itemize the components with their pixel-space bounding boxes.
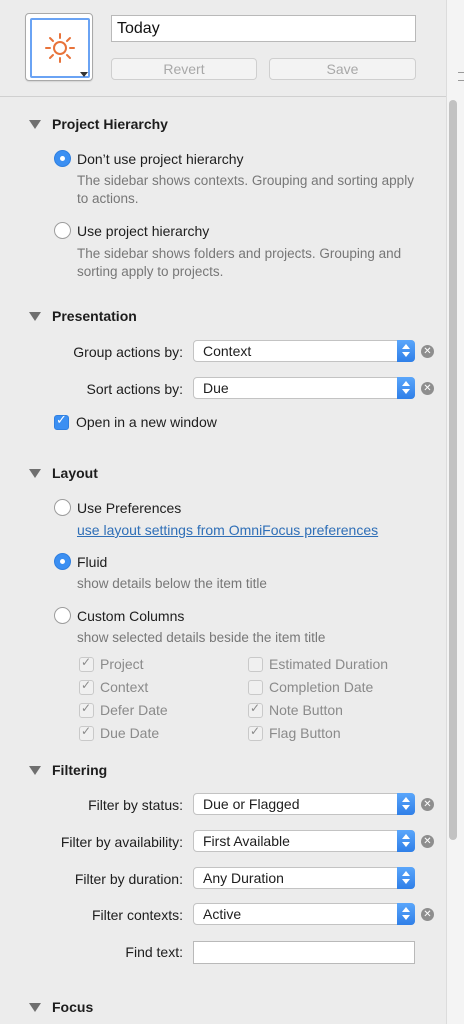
filter-contexts-label: Filter contexts: bbox=[91, 907, 183, 923]
filter-availability-label: Filter by availability: bbox=[60, 834, 183, 850]
column-label: Due Date bbox=[100, 725, 160, 741]
filter-status-popup[interactable]: Due or Flagged bbox=[193, 793, 415, 815]
popup-stepper-icon bbox=[397, 830, 415, 852]
popup-value: Due or Flagged bbox=[203, 796, 300, 812]
section-title-presentation: Presentation bbox=[52, 308, 137, 324]
gutter-mark bbox=[458, 80, 464, 81]
clear-icon[interactable]: ✕ bbox=[421, 908, 434, 921]
popup-value: Due bbox=[203, 380, 229, 396]
group-by-popup[interactable]: Context bbox=[193, 340, 415, 362]
popup-stepper-icon bbox=[397, 793, 415, 815]
radio-label: Custom Columns bbox=[77, 608, 185, 624]
radio-label: Use project hierarchy bbox=[77, 223, 210, 239]
popup-stepper-icon bbox=[397, 377, 415, 399]
option-description: show details below the item title bbox=[77, 576, 267, 591]
clear-icon[interactable]: ✕ bbox=[421, 382, 434, 395]
column-label: Project bbox=[100, 656, 144, 672]
find-text-label: Find text: bbox=[125, 944, 183, 960]
disclosure-triangle-icon[interactable] bbox=[29, 312, 41, 321]
header-divider bbox=[0, 96, 446, 97]
radio-label: Don’t use project hierarchy bbox=[77, 151, 244, 167]
disclosure-triangle-icon[interactable] bbox=[29, 766, 41, 775]
find-text-input[interactable] bbox=[193, 941, 415, 964]
radio-fluid[interactable] bbox=[54, 553, 71, 570]
popup-value: Active bbox=[203, 906, 242, 922]
perspective-icon-picker[interactable] bbox=[25, 13, 93, 81]
column-checkbox-context[interactable] bbox=[79, 678, 94, 695]
open-new-window-checkbox[interactable] bbox=[54, 413, 69, 430]
section-title-project-hierarchy: Project Hierarchy bbox=[52, 116, 168, 132]
perspective-name-field[interactable]: Today bbox=[111, 15, 416, 42]
option-description: show selected details beside the item ti… bbox=[77, 630, 326, 645]
clear-icon[interactable]: ✕ bbox=[421, 835, 434, 848]
clear-icon[interactable]: ✕ bbox=[421, 345, 434, 358]
popup-value: First Available bbox=[203, 833, 290, 849]
revert-button[interactable]: Revert bbox=[111, 58, 257, 80]
filter-duration-label: Filter by duration: bbox=[74, 871, 183, 887]
column-checkbox-project[interactable] bbox=[79, 655, 94, 672]
column-checkbox-estimated-duration[interactable] bbox=[248, 657, 263, 672]
checkbox-label: Open in a new window bbox=[76, 414, 217, 430]
filter-contexts-popup[interactable]: Active bbox=[193, 903, 415, 925]
sort-by-popup[interactable]: Due bbox=[193, 377, 415, 399]
sort-by-label: Sort actions by: bbox=[86, 381, 184, 397]
disclosure-triangle-icon[interactable] bbox=[29, 120, 41, 129]
column-label: Completion Date bbox=[269, 679, 374, 695]
popup-stepper-icon bbox=[397, 903, 415, 925]
column-checkbox-note-button[interactable] bbox=[248, 701, 263, 718]
radio-custom-columns[interactable] bbox=[54, 607, 71, 624]
option-description: The sidebar shows contexts. Grouping and… bbox=[77, 173, 414, 206]
column-checkbox-flag-button[interactable] bbox=[248, 724, 263, 741]
column-label: Defer Date bbox=[100, 702, 168, 718]
filter-availability-popup[interactable]: First Available bbox=[193, 830, 415, 852]
popup-value: Context bbox=[203, 343, 252, 359]
gutter-mark bbox=[458, 72, 464, 73]
section-title-focus: Focus bbox=[52, 999, 94, 1015]
radio-label: Fluid bbox=[77, 554, 108, 570]
popup-value: Any Duration bbox=[203, 870, 284, 886]
disclosure-triangle-icon[interactable] bbox=[29, 469, 41, 478]
section-title-filtering: Filtering bbox=[52, 762, 108, 778]
disclosure-triangle-icon[interactable] bbox=[29, 1003, 41, 1012]
save-button[interactable]: Save bbox=[269, 58, 416, 80]
column-checkbox-defer-date[interactable] bbox=[79, 701, 94, 718]
vertical-scrollbar[interactable] bbox=[449, 100, 457, 840]
radio-dont-use-hierarchy[interactable] bbox=[54, 150, 71, 167]
radio-use-preferences[interactable] bbox=[54, 499, 71, 516]
option-description: The sidebar shows folders and projects. … bbox=[77, 246, 402, 279]
chevron-down-icon bbox=[80, 72, 88, 77]
column-label: Note Button bbox=[269, 702, 343, 718]
section-title-layout: Layout bbox=[52, 465, 98, 481]
group-by-label: Group actions by: bbox=[73, 344, 183, 360]
sun-icon bbox=[45, 33, 75, 63]
icon-frame bbox=[30, 18, 90, 78]
popup-stepper-icon bbox=[397, 340, 415, 362]
column-label: Flag Button bbox=[269, 725, 341, 741]
column-label: Estimated Duration bbox=[269, 656, 389, 672]
radio-label: Use Preferences bbox=[77, 500, 182, 516]
popup-stepper-icon bbox=[397, 867, 415, 889]
radio-use-hierarchy[interactable] bbox=[54, 222, 71, 239]
filter-status-label: Filter by status: bbox=[88, 797, 183, 813]
column-checkbox-due-date[interactable] bbox=[79, 724, 94, 741]
layout-preferences-link[interactable]: use layout settings from OmniFocus prefe… bbox=[77, 522, 378, 538]
column-checkbox-completion-date[interactable] bbox=[248, 680, 263, 695]
column-label: Context bbox=[100, 679, 149, 695]
filter-duration-popup[interactable]: Any Duration bbox=[193, 867, 415, 889]
clear-icon[interactable]: ✕ bbox=[421, 798, 434, 811]
